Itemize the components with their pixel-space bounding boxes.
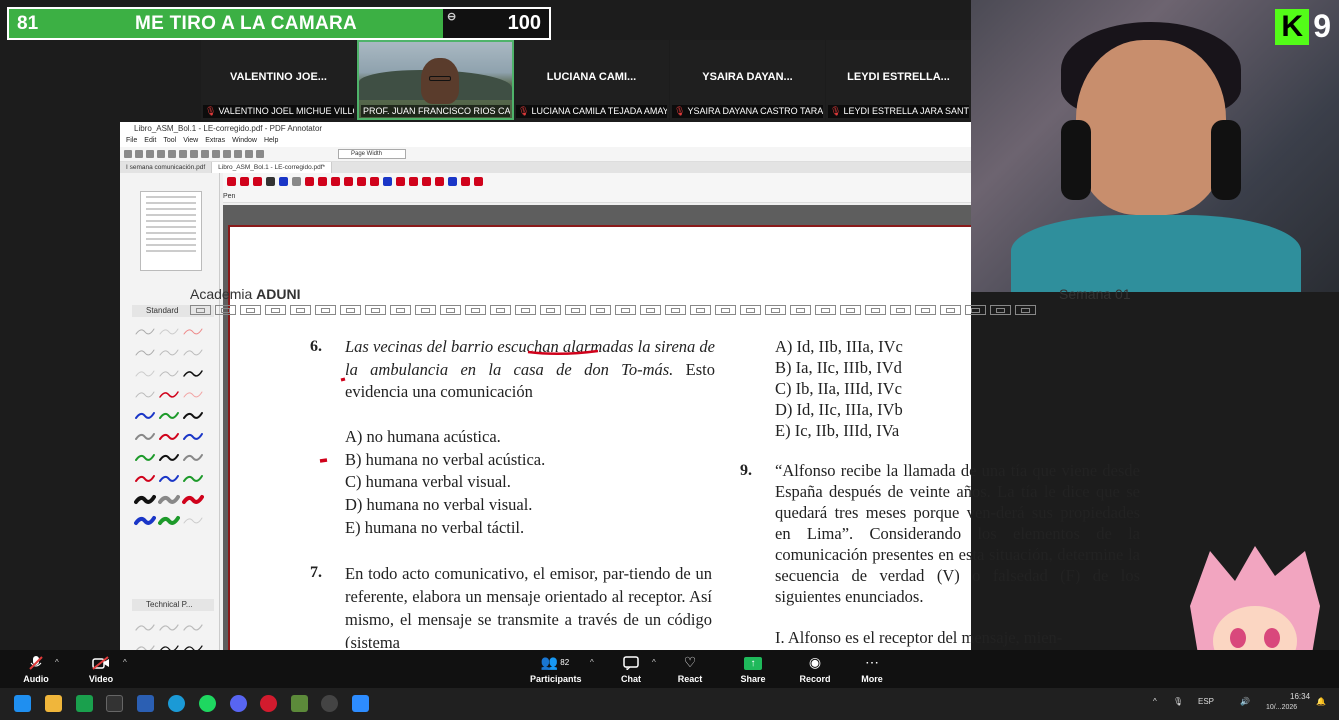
edge-icon[interactable] <box>168 695 185 712</box>
react-button[interactable]: ♡ React <box>665 654 715 684</box>
volume-icon[interactable]: 🔊 <box>1240 697 1250 706</box>
video-options-caret[interactable]: ^ <box>123 658 127 667</box>
video-button[interactable]: Video <box>76 654 126 684</box>
notification-icon[interactable]: 🔔 <box>1316 697 1326 706</box>
share-screen-icon: ↑ <box>744 657 762 670</box>
file-explorer-icon[interactable] <box>45 695 62 712</box>
opera-icon[interactable] <box>260 695 277 712</box>
underline-annotation <box>527 349 599 356</box>
windows-taskbar: ^ 🎙 ESP 🔊 16:34 10/...2026 🔔 <box>0 688 1339 720</box>
video-off-icon <box>76 654 126 671</box>
audio-options-caret[interactable]: ^ <box>55 658 59 667</box>
mic-muted-icon <box>11 654 61 671</box>
more-button[interactable]: ⋯ More <box>847 654 897 684</box>
chat-icon <box>606 654 656 671</box>
zoom-controls: Audio ^ Video ^ 👥 82 Participants ^ Chat … <box>0 650 1339 688</box>
dot-annotation <box>340 377 346 382</box>
obs-icon[interactable] <box>321 695 338 712</box>
spreadsheet-app-icon[interactable] <box>76 695 93 712</box>
more-icon: ⋯ <box>865 654 879 670</box>
zoom-app-icon[interactable] <box>352 695 369 712</box>
record-button[interactable]: ◉ Record <box>790 654 840 684</box>
chat-button[interactable]: Chat <box>606 654 656 684</box>
clock-time[interactable]: 16:34 <box>1290 692 1310 701</box>
chat-caret[interactable]: ^ <box>652 658 656 667</box>
ink-annotations <box>319 349 599 463</box>
share-button[interactable]: ↑ Share <box>728 654 778 684</box>
language-indicator[interactable]: ESP <box>1198 697 1214 706</box>
participants-caret[interactable]: ^ <box>590 658 594 667</box>
mark-annotation-b <box>319 458 328 463</box>
discord-icon[interactable] <box>230 695 247 712</box>
windows-start-icon[interactable] <box>14 695 31 712</box>
tray-chevron-icon[interactable]: ^ <box>1153 697 1157 706</box>
participants-button[interactable]: 👥 82 Participants <box>530 654 582 684</box>
spotify-icon[interactable] <box>199 695 216 712</box>
participants-count: 82 <box>560 658 570 667</box>
word-icon[interactable] <box>137 695 154 712</box>
participants-icon: 👥 82 <box>540 654 570 670</box>
epic-games-icon[interactable] <box>106 695 123 712</box>
zoom-meeting-screen: 81 ME TIRO A LA CAMARA ⊖ 100 VALENTINO J… <box>0 0 1339 720</box>
microphone-icon[interactable]: 🎙 <box>1173 697 1183 706</box>
record-icon: ◉ <box>808 654 822 670</box>
clock-date[interactable]: 10/...2026 <box>1266 704 1297 711</box>
audio-button[interactable]: Audio <box>11 654 61 684</box>
heart-react-icon: ♡ <box>683 654 697 670</box>
minecraft-icon[interactable] <box>291 695 308 712</box>
